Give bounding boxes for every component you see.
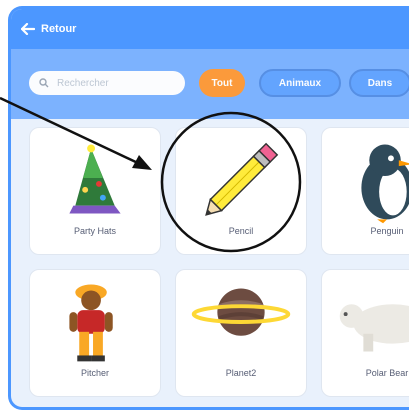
sprite-label: Pitcher	[80, 368, 109, 378]
search-icon	[39, 78, 49, 88]
search-box[interactable]	[29, 71, 185, 95]
party-hats-image	[69, 144, 121, 214]
sprite-label: Polar Bear	[365, 368, 409, 378]
filter-all-button[interactable]: Tout	[199, 69, 245, 97]
sprite-label: Planet2	[225, 368, 257, 378]
back-button[interactable]: Retour	[21, 21, 76, 37]
back-label: Retour	[41, 23, 77, 35]
sprite-tile-penguin[interactable]: Penguin	[321, 127, 409, 255]
penguin-image	[361, 144, 409, 224]
filter-more-button[interactable]: Dans	[349, 69, 409, 97]
sprite-label: Party Hats	[73, 226, 116, 236]
sprite-label: Penguin	[370, 226, 404, 236]
sprite-tile-planet2[interactable]: Planet2	[175, 269, 307, 397]
sprite-tile-party-hats[interactable]: Party Hats	[29, 127, 161, 255]
filter-all-label: Tout	[211, 77, 233, 89]
sprite-tile-polar-bear[interactable]: Polar Bear	[321, 269, 409, 397]
pencil-image	[205, 142, 279, 216]
polar-bear-image	[339, 304, 409, 352]
filter-animals-button[interactable]: Animaux	[259, 69, 341, 97]
filter-more-label: Dans	[367, 77, 393, 89]
filter-bar: Tout Animaux Dans	[11, 49, 409, 119]
search-input[interactable]	[55, 76, 179, 90]
sprite-tile-pencil[interactable]: Pencil	[175, 127, 307, 255]
arrow-left-icon	[21, 23, 35, 35]
header-bar: Retour	[11, 9, 409, 49]
sprite-library-window: Retour Tout Animaux Dans Party Hats	[8, 6, 409, 410]
filter-animals-label: Animaux	[278, 77, 322, 89]
sprite-tile-pitcher[interactable]: Pitcher	[29, 269, 161, 397]
pitcher-image	[69, 284, 113, 362]
planet-image	[191, 288, 291, 336]
sprite-label: Pencil	[228, 226, 254, 236]
